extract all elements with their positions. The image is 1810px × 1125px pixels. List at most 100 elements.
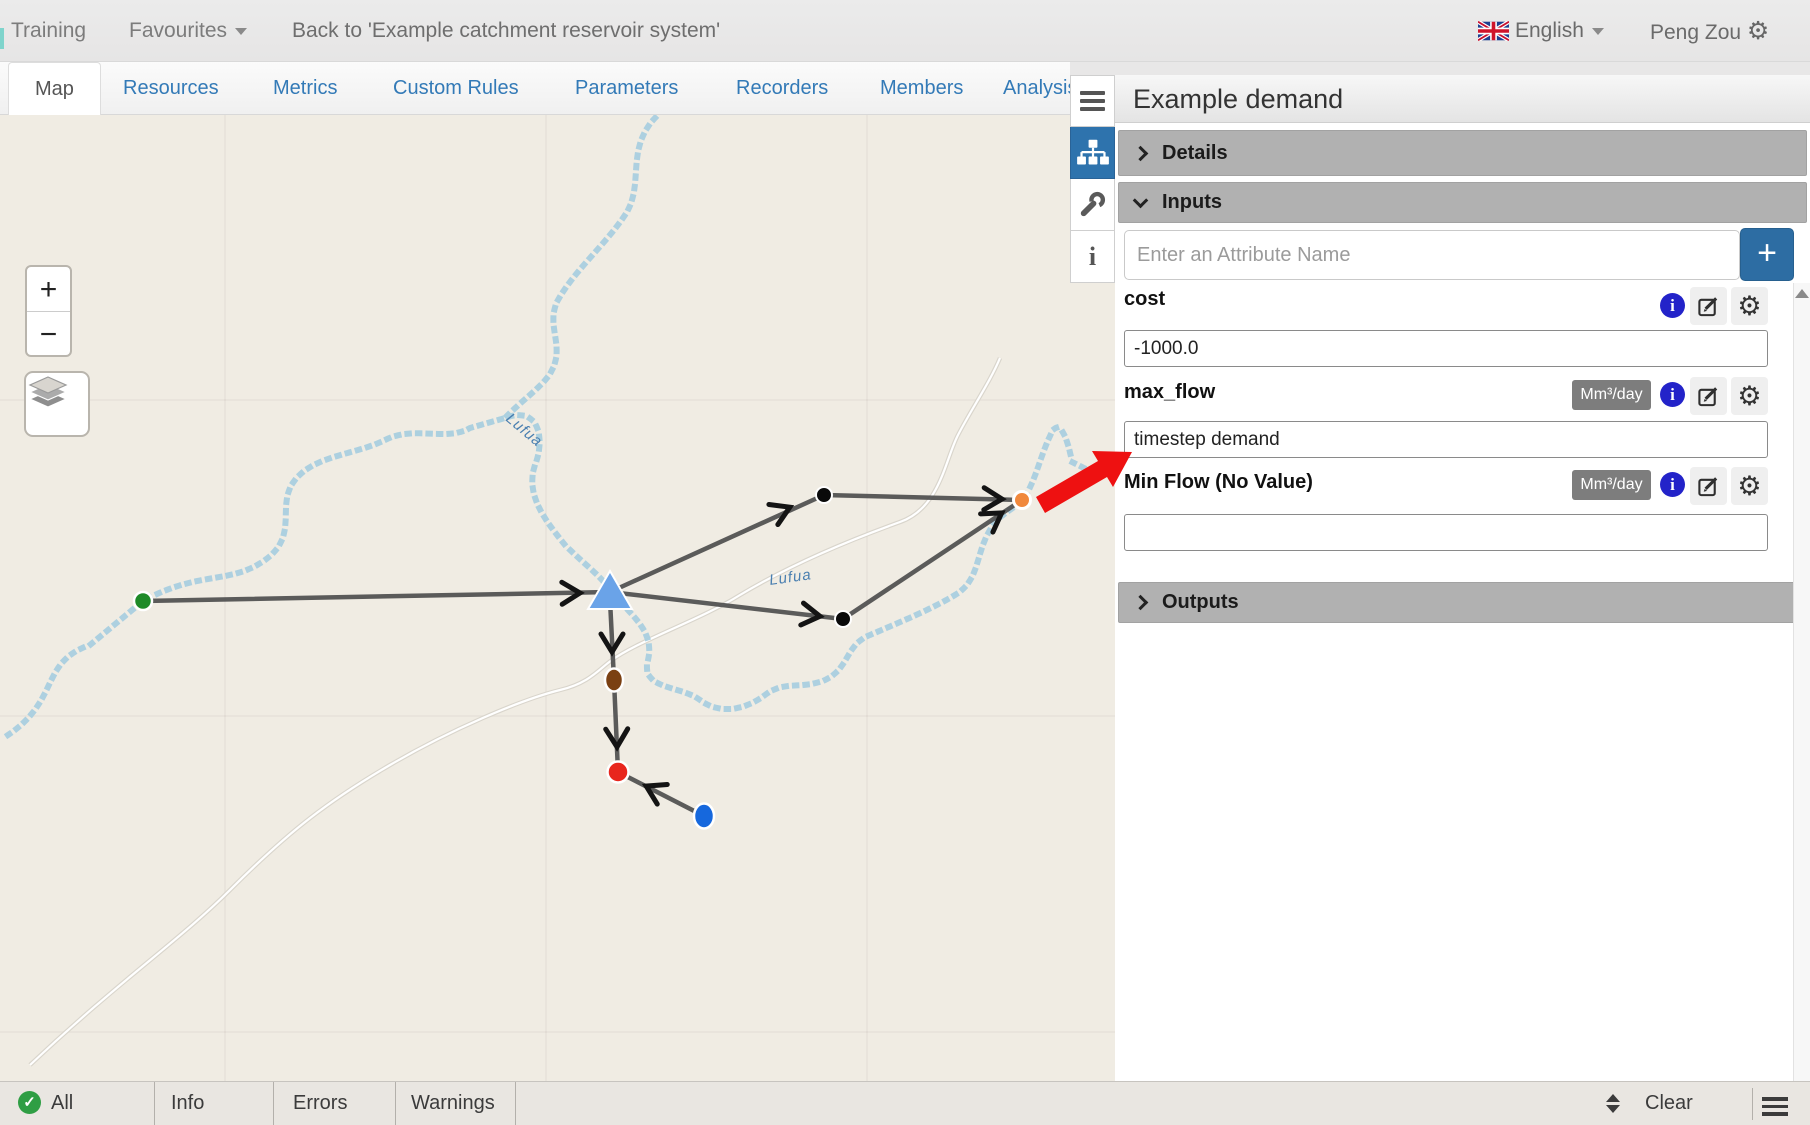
river-label: Lufua bbox=[768, 566, 812, 589]
hamburger-icon bbox=[1080, 87, 1105, 115]
unit-badge: Mm³/day bbox=[1572, 470, 1651, 500]
panel-scrollbar[interactable] bbox=[1793, 283, 1810, 1081]
filter-errors[interactable]: Errors bbox=[274, 1082, 396, 1125]
node-junction-upper[interactable] bbox=[816, 487, 832, 503]
chevron-down-icon bbox=[1592, 28, 1604, 35]
attribute-name-input[interactable] bbox=[1124, 230, 1740, 280]
edit-pencil-icon bbox=[1697, 475, 1720, 498]
logo-sliver bbox=[0, 28, 4, 49]
log-menu-button[interactable] bbox=[1762, 1093, 1788, 1120]
settings-button[interactable]: ⚙ bbox=[1731, 377, 1768, 415]
layers-button[interactable] bbox=[24, 371, 90, 437]
status-bar: ✓ All Info Errors Warnings Clear bbox=[0, 1081, 1810, 1125]
map-zoom-control: + − bbox=[25, 265, 72, 357]
section-outputs[interactable]: Outputs bbox=[1118, 582, 1807, 623]
info-icon[interactable]: i bbox=[1660, 472, 1685, 497]
info-icon[interactable]: i bbox=[1660, 382, 1685, 407]
node-reservoir-triangle[interactable] bbox=[588, 571, 632, 609]
node-properties-panel: Example demand Details Inputs + cost i ⚙… bbox=[1115, 75, 1810, 1081]
section-inputs-label: Inputs bbox=[1162, 191, 1222, 214]
tab-analysis[interactable]: Analysis bbox=[1003, 62, 1077, 115]
tab-resources[interactable]: Resources bbox=[123, 62, 219, 115]
sort-toggle-icon[interactable] bbox=[1606, 1094, 1620, 1113]
cost-value-input[interactable] bbox=[1124, 330, 1768, 367]
settings-button[interactable]: ⚙ bbox=[1731, 467, 1768, 505]
wrench-icon bbox=[1079, 191, 1106, 218]
node-junction-lower[interactable] bbox=[835, 611, 851, 627]
panel-title: Example demand bbox=[1115, 75, 1810, 123]
network-edges[interactable] bbox=[143, 495, 1022, 816]
edit-pencil-icon bbox=[1697, 295, 1720, 318]
map-road bbox=[30, 358, 1000, 1065]
min-flow-value-input[interactable] bbox=[1124, 514, 1768, 551]
back-link[interactable]: Back to 'Example catchment reservoir sys… bbox=[292, 0, 720, 62]
nav-training[interactable]: Training bbox=[11, 0, 86, 62]
add-attribute-button[interactable]: + bbox=[1740, 228, 1794, 281]
filter-errors-label: Errors bbox=[293, 1092, 347, 1114]
zoom-in-button[interactable]: + bbox=[27, 267, 70, 312]
check-circle-icon: ✓ bbox=[18, 1091, 41, 1114]
edit-button[interactable] bbox=[1690, 377, 1727, 415]
side-toolbar: i bbox=[1070, 75, 1115, 283]
settings-gear-icon[interactable]: ⚙ bbox=[1747, 16, 1769, 45]
user-name: Peng Zou bbox=[1650, 21, 1741, 44]
node-confluence-red[interactable] bbox=[608, 762, 629, 783]
node-catchment-inflow[interactable] bbox=[134, 592, 152, 610]
clear-log-button[interactable]: Clear bbox=[1645, 1082, 1693, 1125]
gear-icon: ⚙ bbox=[1737, 383, 1761, 410]
language-selector[interactable]: English bbox=[1515, 0, 1604, 62]
gear-icon: ⚙ bbox=[1737, 293, 1761, 320]
tab-recorders[interactable]: Recorders bbox=[736, 62, 828, 115]
attribute-label-max-flow: max_flow bbox=[1124, 381, 1215, 404]
layers-icon bbox=[26, 373, 70, 411]
clear-label: Clear bbox=[1645, 1092, 1693, 1114]
attribute-label-min-flow: Min Flow (No Value) bbox=[1124, 471, 1313, 494]
tab-bar: Map Resources Metrics Custom Rules Param… bbox=[0, 62, 1115, 115]
toolbar-info-button[interactable]: i bbox=[1070, 231, 1115, 283]
user-menu[interactable]: Peng Zou ⚙ bbox=[1650, 0, 1769, 62]
chevron-right-icon bbox=[1133, 145, 1149, 161]
node-example-demand[interactable] bbox=[1014, 492, 1031, 509]
uk-flag-icon bbox=[1478, 21, 1509, 41]
section-details-label: Details bbox=[1162, 142, 1228, 165]
chevron-down-icon bbox=[1133, 193, 1149, 209]
application-window: Training Favourites Back to 'Example cat… bbox=[0, 0, 1810, 1125]
top-navigation-bar: Training Favourites Back to 'Example cat… bbox=[0, 0, 1810, 62]
edit-button[interactable] bbox=[1690, 287, 1727, 325]
node-intermediate-brown[interactable] bbox=[605, 669, 623, 692]
node-tributary-inflow[interactable] bbox=[694, 804, 714, 829]
zoom-out-button[interactable]: − bbox=[27, 312, 70, 357]
filter-info[interactable]: Info bbox=[155, 1082, 274, 1125]
attribute-label-cost: cost bbox=[1124, 288, 1165, 311]
filter-all-label: All bbox=[51, 1092, 73, 1114]
info-icon: i bbox=[1089, 242, 1096, 272]
tab-map[interactable]: Map bbox=[8, 62, 101, 115]
toolbar-menu-button[interactable] bbox=[1070, 75, 1115, 127]
section-inputs[interactable]: Inputs bbox=[1118, 182, 1807, 223]
toolbar-tools-button[interactable] bbox=[1070, 179, 1115, 231]
edit-button[interactable] bbox=[1690, 467, 1727, 505]
tab-members[interactable]: Members bbox=[880, 62, 963, 115]
unit-badge: Mm³/day bbox=[1572, 380, 1651, 410]
tab-parameters[interactable]: Parameters bbox=[575, 62, 678, 115]
divider bbox=[1752, 1088, 1753, 1120]
sitemap-icon bbox=[1077, 138, 1109, 168]
section-details[interactable]: Details bbox=[1118, 130, 1807, 176]
tab-custom-rules[interactable]: Custom Rules bbox=[393, 62, 519, 115]
tab-metrics[interactable]: Metrics bbox=[273, 62, 337, 115]
language-label: English bbox=[1515, 19, 1584, 42]
filter-warnings-label: Warnings bbox=[411, 1092, 495, 1114]
filter-warnings[interactable]: Warnings bbox=[396, 1082, 516, 1125]
chevron-right-icon bbox=[1133, 595, 1149, 611]
scroll-up-arrow-icon[interactable] bbox=[1795, 289, 1809, 298]
info-icon[interactable]: i bbox=[1660, 293, 1685, 318]
map-canvas[interactable]: Lufua Lufua bbox=[0, 115, 1115, 1081]
gear-icon: ⚙ bbox=[1737, 473, 1761, 500]
toolbar-network-button[interactable] bbox=[1070, 127, 1115, 179]
max-flow-value-input[interactable] bbox=[1124, 421, 1768, 458]
filter-all[interactable]: ✓ All bbox=[0, 1082, 155, 1125]
nav-favourites[interactable]: Favourites bbox=[129, 0, 247, 62]
edit-pencil-icon bbox=[1697, 385, 1720, 408]
flow-arrowheads bbox=[562, 488, 1008, 804]
settings-button[interactable]: ⚙ bbox=[1731, 287, 1768, 325]
